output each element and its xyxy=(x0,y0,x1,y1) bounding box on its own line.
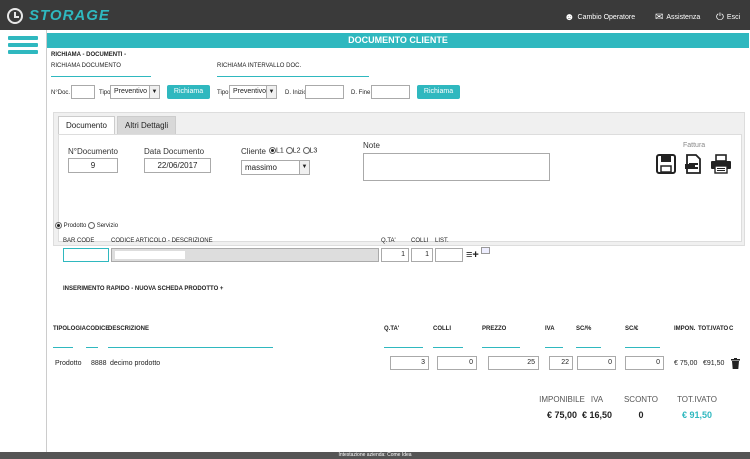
cliente-label: Cliente xyxy=(241,147,266,156)
add-list-icon[interactable]: ≡+ xyxy=(466,249,479,261)
tipo-label: Tipo xyxy=(99,90,111,96)
ndoc-input[interactable] xyxy=(71,85,95,99)
codice-articolo-label: CODICE ARTICOLO - DESCRIZIONE xyxy=(111,238,213,244)
th-qta: Q.TA' xyxy=(384,326,400,332)
cell-prezzo-input[interactable]: 25 xyxy=(488,356,539,370)
recall-section-title: RICHIAMA - DOCUMENTI - xyxy=(51,52,127,58)
page-title: DOCUMENTO CLIENTE xyxy=(47,33,749,48)
list-label: LIST. xyxy=(435,238,449,244)
tipo2-select[interactable]: Preventivo ▼ xyxy=(229,85,277,99)
hamburger-menu-icon[interactable] xyxy=(8,36,38,57)
date-end-label: D. Fine xyxy=(351,90,371,96)
th-sc-eur: SC/€ xyxy=(625,326,639,332)
footer: Intestazione azienda: Come Idea xyxy=(0,452,750,459)
change-operator-link[interactable]: ☻ Cambio Operatore xyxy=(564,12,635,23)
iva-summary-value: € 16,50 xyxy=(581,410,613,420)
note-textarea[interactable] xyxy=(363,153,550,181)
chevron-down-icon: ▼ xyxy=(149,86,159,98)
print-icon[interactable] xyxy=(710,154,732,174)
colli-input[interactable]: 1 xyxy=(411,248,433,262)
th-prezzo: PREZZO xyxy=(482,326,507,332)
list-input[interactable] xyxy=(435,248,463,262)
ndocumento-label: N°Documento xyxy=(68,147,118,156)
cell-sc-eur-input[interactable]: 0 xyxy=(625,356,664,370)
qty-input[interactable]: 1 xyxy=(381,248,409,262)
document-panel: Documento Altri Dettagli N°Documento 9 D… xyxy=(53,112,745,246)
sconto-value: 0 xyxy=(638,410,644,420)
main-content: DOCUMENTO CLIENTE RICHIAMA - DOCUMENTI -… xyxy=(46,30,750,452)
cell-qta-input[interactable]: 3 xyxy=(390,356,429,370)
assistance-link[interactable]: ✉ Assistenza xyxy=(655,12,700,23)
radio-l1[interactable] xyxy=(269,147,276,154)
cell-tot-ivato: €91,50 xyxy=(703,360,725,367)
cell-sc-perc-input[interactable]: 0 xyxy=(577,356,616,370)
data-documento-input[interactable]: 22/06/2017 xyxy=(144,158,211,173)
cell-iva-input[interactable]: 22 xyxy=(549,356,573,370)
th-descrizione: DESCRIZIONE xyxy=(108,326,150,332)
chevron-down-icon: ▼ xyxy=(299,161,309,174)
clock-logo-icon xyxy=(7,8,23,24)
cliente-select[interactable]: massimo ▼ xyxy=(241,160,310,175)
sidebar xyxy=(0,30,46,452)
totivato-value: € 91,50 xyxy=(681,410,713,420)
cell-descrizione: decimo prodotto xyxy=(110,360,161,367)
date-start-input[interactable] xyxy=(305,85,344,99)
quick-insert-link[interactable]: INSERIMENTO RAPIDO - NUOVA SCHEDA PRODOT… xyxy=(63,286,223,292)
radio-servizio[interactable] xyxy=(88,222,96,229)
exit-link[interactable]: ⏻ Esci xyxy=(716,12,740,23)
barcode-label: BAR CODE xyxy=(63,238,95,244)
product-type-radio-group: Prodotto Servizio xyxy=(55,222,118,229)
save-icon[interactable] xyxy=(656,154,676,174)
tipo2-label: Tipo xyxy=(217,90,229,96)
totivato-label: TOT.IVATO xyxy=(677,395,717,404)
recall-interval-button[interactable]: Richiama xyxy=(417,85,460,99)
data-documento-label: Data Documento xyxy=(144,147,205,156)
radio-l2[interactable] xyxy=(285,147,293,154)
trash-icon[interactable] xyxy=(731,358,740,369)
fattura-label: Fattura xyxy=(683,142,706,149)
cell-tipologia: Prodotto xyxy=(55,360,82,367)
ndoc-label: N°Doc. xyxy=(51,90,71,96)
cell-colli-input[interactable]: 0 xyxy=(437,356,477,370)
cell-codice: 8888 xyxy=(91,360,107,367)
th-tot-ivato: TOT.IVATO xyxy=(698,326,729,332)
th-codice: CODICE xyxy=(86,326,110,332)
colli-label: COLLI xyxy=(411,238,429,244)
tipo-select[interactable]: Preventivo ▼ xyxy=(110,85,160,99)
tab-altri-dettagli[interactable]: Altri Dettagli xyxy=(117,116,177,134)
power-icon: ⏻ xyxy=(716,12,724,23)
envelope-icon: ✉ xyxy=(655,12,664,23)
chevron-down-icon: ▼ xyxy=(266,86,276,98)
th-impon: IMPON. xyxy=(674,326,696,332)
th-c: C xyxy=(729,326,734,332)
th-tipologia: TIPOLOGIA xyxy=(53,326,86,332)
qty-label: Q.TA' xyxy=(381,238,396,244)
barcode-input[interactable] xyxy=(63,248,109,262)
app-logo[interactable]: STORAGE xyxy=(29,7,110,24)
user-icon: ☻ xyxy=(564,12,575,23)
th-iva: IVA xyxy=(545,326,555,332)
codice-articolo-input[interactable] xyxy=(111,248,379,262)
recall-interval-label: RICHIAMA INTERVALLO DOC. xyxy=(217,63,302,69)
iva-summary-label: IVA xyxy=(590,395,604,404)
tab-documento[interactable]: Documento xyxy=(58,116,115,134)
list-radio-group: L1 L2 L3 xyxy=(269,147,317,154)
calendar-icon[interactable] xyxy=(481,247,490,254)
ndocumento-input[interactable]: 9 xyxy=(68,158,118,173)
th-colli: COLLI xyxy=(433,326,451,332)
recall-doc-label: RICHIAMA DOCUMENTO xyxy=(51,63,121,69)
date-end-input[interactable] xyxy=(371,85,410,99)
cell-impon: € 75,00 xyxy=(674,360,698,367)
date-start-label: D. Inizio xyxy=(285,90,307,96)
radio-prodotto[interactable] xyxy=(55,222,62,229)
document-form: N°Documento 9 Data Documento 22/06/2017 … xyxy=(58,134,742,242)
top-bar: STORAGE ☻ Cambio Operatore ✉ Assistenza … xyxy=(0,0,750,30)
recall-button[interactable]: Richiama xyxy=(167,85,210,99)
note-label: Note xyxy=(363,141,380,150)
th-sc-perc: SC/% xyxy=(576,326,592,332)
radio-l3[interactable] xyxy=(302,147,310,154)
pdf-icon[interactable] xyxy=(683,154,703,174)
sconto-label: SCONTO xyxy=(623,395,659,404)
